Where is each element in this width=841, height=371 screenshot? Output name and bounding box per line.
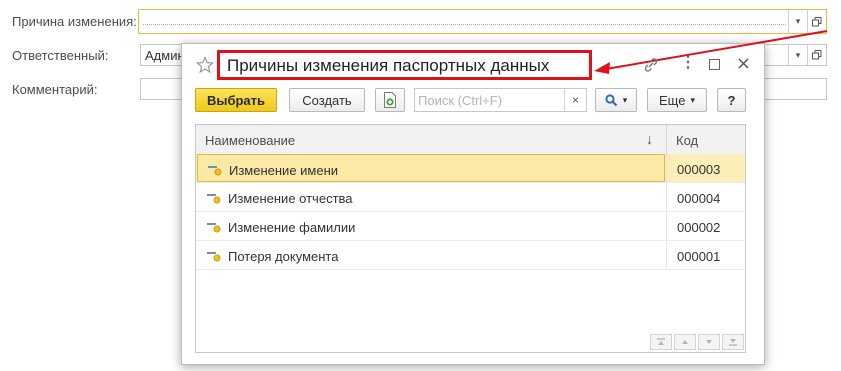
row-name-cell[interactable]: Потеря документа [197,241,665,269]
link-icon[interactable] [643,57,659,73]
row-code: 000003 [677,162,721,177]
scroll-down-icon [706,340,712,344]
scroll-up-button[interactable] [674,334,696,350]
row-name-cell[interactable]: Изменение имени [197,154,665,182]
select-button[interactable]: Выбрать [195,88,277,112]
scroll-top-icon [657,338,665,345]
column-divider [666,125,667,154]
search-clear-button[interactable]: × [564,89,586,111]
catalog-item-icon [207,252,221,262]
responsible-label: Ответственный: [12,48,109,63]
comment-field-tail[interactable] [764,78,827,100]
clear-icon: × [571,93,579,107]
row-code-cell[interactable]: 000001 [666,241,745,269]
search-placeholder: Поиск (Ctrl+F) [418,93,503,108]
document-add-icon [384,92,396,108]
comment-label: Комментарий: [12,82,98,97]
catalog-item-icon [207,194,221,204]
row-code: 000002 [677,220,721,235]
scroll-down-button[interactable] [698,334,720,350]
row-name: Изменение отчества [228,191,353,206]
reasons-table: Наименование ↓ Код Изменение имени 00000… [195,124,746,353]
dialog-title: Причины изменения паспортных данных [217,50,592,80]
column-code-header[interactable]: Код [676,133,698,148]
table-row[interactable]: Изменение фамилии 000002 [196,212,745,241]
row-name: Изменение фамилии [228,220,356,235]
table-row[interactable]: Изменение имени 000003 [196,154,745,183]
search-icon [605,93,618,106]
more-button-label: Еще [659,92,686,108]
sort-arrow-icon[interactable]: ↓ [646,131,653,147]
table-row[interactable]: Потеря документа 000001 [196,241,745,270]
scroll-to-bottom-button[interactable] [722,334,744,350]
row-code: 000001 [677,249,721,264]
scroll-to-top-button[interactable] [650,334,672,350]
maximize-icon[interactable] [709,59,720,70]
row-code-cell[interactable]: 000004 [666,183,745,211]
responsible-field[interactable]: Админ [140,44,185,66]
reason-label: Причина изменения: [12,14,137,29]
row-code: 000004 [677,191,721,206]
row-name: Потеря документа [228,249,339,264]
chevron-down-icon: ▾ [795,16,801,26]
reason-field-placeholder-line [143,24,786,25]
create-button[interactable]: Создать [289,88,365,112]
scroll-up-icon [682,340,688,344]
row-name-cell[interactable]: Изменение фамилии [197,212,665,240]
responsible-value: Админ [145,48,185,63]
row-code-cell[interactable]: 000002 [666,212,745,240]
table-header: Наименование ↓ Код [196,125,745,155]
comment-field[interactable] [140,78,182,100]
search-input[interactable]: Поиск (Ctrl+F) × [414,88,587,112]
catalog-item-icon [208,166,222,176]
scroll-bottom-icon [729,339,737,346]
search-options-button[interactable]: ▾ [595,88,637,112]
table-row[interactable]: Изменение отчества 000004 [196,183,745,212]
favorite-star-icon[interactable] [196,56,214,74]
chevron-down-icon: ▾ [622,94,628,105]
catalog-item-icon [207,223,221,233]
row-name: Изменение имени [229,163,339,178]
open-window-icon [812,16,822,26]
help-button[interactable]: ? [717,88,746,112]
more-button[interactable]: Еще ▾ [647,88,707,112]
row-code-cell[interactable]: 000003 [666,154,745,182]
row-name-cell[interactable]: Изменение отчества [197,183,665,211]
close-icon[interactable] [737,57,750,70]
copy-button[interactable] [375,88,405,112]
annotation-arrow-icon [594,30,828,74]
chevron-down-icon: ▾ [690,94,695,105]
column-name-header[interactable]: Наименование [205,133,295,148]
more-vertical-icon[interactable]: ⋮ [680,55,696,71]
